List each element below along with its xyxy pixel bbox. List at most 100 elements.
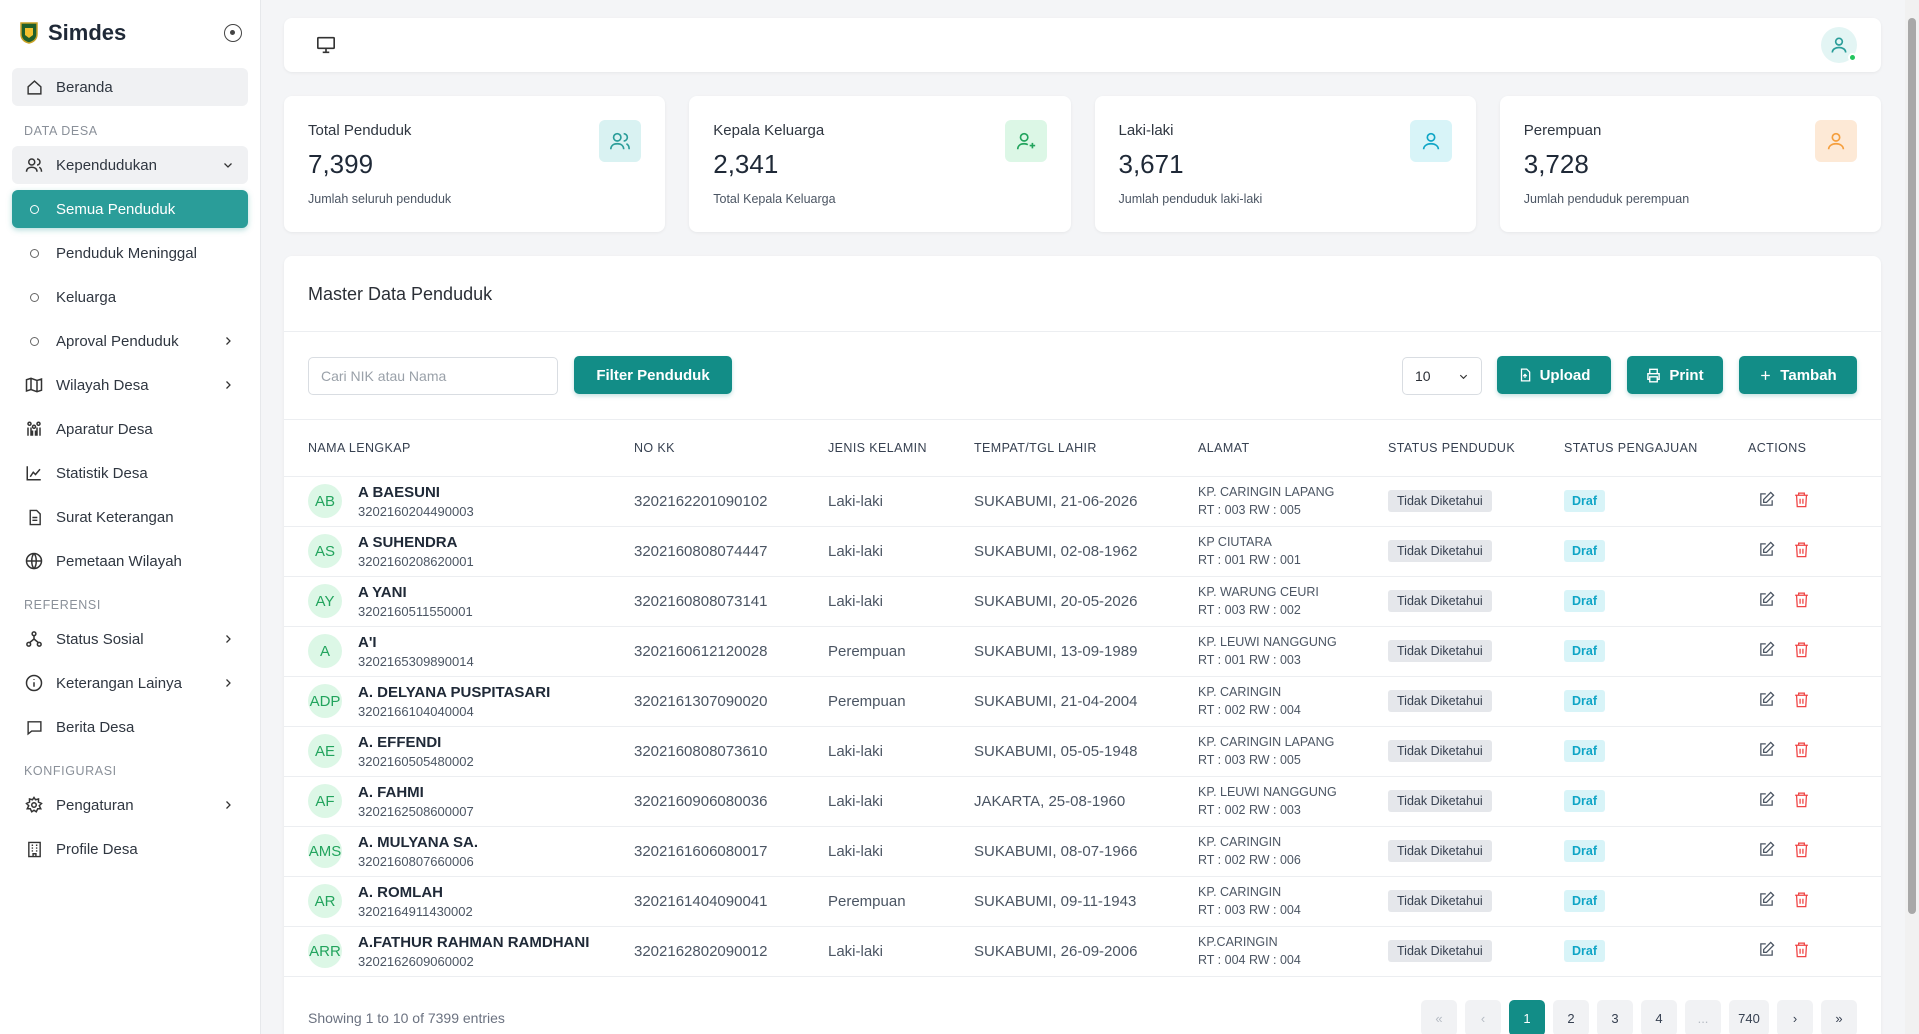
edit-icon[interactable] [1758,741,1775,762]
edit-icon[interactable] [1758,641,1775,662]
full-name[interactable]: A. FAHMI [358,784,474,801]
chart-icon [24,463,44,483]
search-input[interactable] [308,357,558,395]
full-name[interactable]: A. ROMLAH [358,884,473,901]
avatar[interactable] [1821,27,1857,63]
address-rt-rw: RT : 003 RW : 005 [1198,503,1301,517]
page-button[interactable]: ‹ [1465,1000,1501,1034]
page-button[interactable]: 740 [1729,1000,1769,1034]
name-cell: AMS A. MULYANA SA. 3202160807660006 [308,834,634,869]
full-name[interactable]: A.FATHUR RAHMAN RAMDHANI [358,934,589,951]
nik: 3202160204490003 [358,503,474,519]
sidebar-item-status-sosial[interactable]: Status Sosial [12,620,248,658]
upload-button[interactable]: Upload [1497,356,1611,394]
column-header[interactable]: TEMPAT/TGL LAHIR [974,420,1198,477]
penduduk-table: NAMA LENGKAP NO KK JENIS KELAMIN TEMPAT/… [284,420,1881,977]
trash-icon[interactable] [1793,691,1810,712]
edit-icon[interactable] [1758,841,1775,862]
column-header[interactable]: STATUS PENGAJUAN [1564,420,1748,477]
full-name[interactable]: A. MULYANA SA. [358,834,478,851]
no-kk: 3202160612120028 [634,626,828,677]
trash-icon[interactable] [1793,541,1810,562]
edit-icon[interactable] [1758,541,1775,562]
full-name[interactable]: A. DELYANA PUSPITASARI [358,684,550,701]
monitor-icon[interactable] [316,36,336,57]
stat-card-perempuan: Perempuan 3,728 Jumlah penduduk perempua… [1499,96,1881,232]
trash-icon[interactable] [1793,941,1810,962]
sidebar-item-label: Beranda [56,78,113,96]
edit-icon[interactable] [1758,691,1775,712]
page-button[interactable]: « [1421,1000,1457,1034]
sidebar-item-penduduk-meninggal[interactable]: Penduduk Meninggal [12,234,248,272]
sidebar-item-statistik-desa[interactable]: Statistik Desa [12,454,248,492]
sidebar-toggle-icon[interactable] [224,24,242,42]
page-button[interactable]: 4 [1641,1000,1677,1034]
sidebar-item-wilayah-desa[interactable]: Wilayah Desa [12,366,248,404]
avatar-initials: AE [308,734,342,768]
edit-icon[interactable] [1758,941,1775,962]
no-kk: 3202160808073610 [634,726,828,777]
full-name[interactable]: A YANI [358,584,473,601]
avatar-initials: AS [308,534,342,568]
sidebar-item-kependudukan[interactable]: Kependudukan [12,146,248,184]
nik: 3202160511550001 [358,603,473,619]
sidebar-item-beranda[interactable]: Beranda [12,68,248,106]
nik: 3202160208620001 [358,553,474,569]
chevron-down-icon [220,157,236,173]
page-button[interactable]: » [1821,1000,1857,1034]
full-name[interactable]: A. EFFENDI [358,734,474,751]
sidebar-item-berita-desa[interactable]: Berita Desa [12,708,248,746]
sidebar-item-aparatur-desa[interactable]: Aparatur Desa [12,410,248,448]
building-icon [24,839,44,859]
full-name[interactable]: A SUHENDRA [358,534,474,551]
page-button[interactable]: 2 [1553,1000,1589,1034]
sidebar-item-aproval-penduduk[interactable]: Aproval Penduduk [12,322,248,360]
page-scrollbar[interactable] [1905,0,1919,1034]
chevron-down-icon [1459,374,1468,379]
full-name[interactable]: A BAESUNI [358,484,474,501]
sidebar-item-semua-penduduk[interactable]: Semua Penduduk [12,190,248,228]
sidebar-item-pemetaan-wilayah[interactable]: Pemetaan Wilayah [12,542,248,580]
column-header[interactable]: NAMA LENGKAP [284,420,634,477]
column-header[interactable]: STATUS PENDUDUK [1388,420,1564,477]
sidebar-item-keluarga[interactable]: Keluarga [12,278,248,316]
page-button[interactable]: 1 [1509,1000,1545,1034]
stat-subtitle: Jumlah penduduk laki-laki [1118,192,1263,206]
trash-icon[interactable] [1793,591,1810,612]
filter-button[interactable]: Filter Penduduk [574,356,732,394]
page-button[interactable]: › [1777,1000,1813,1034]
table-row: AR A. ROMLAH 3202164911430002 3202161404090… [284,876,1881,927]
column-header[interactable]: JENIS KELAMIN [828,420,974,477]
column-header[interactable]: NO KK [634,420,828,477]
trash-icon[interactable] [1793,891,1810,912]
print-button[interactable]: Print [1627,356,1723,394]
sidebar-item-profile-desa[interactable]: Profile Desa [12,830,248,868]
trash-icon[interactable] [1793,491,1810,512]
page-button[interactable]: ... [1685,1000,1721,1034]
sidebar-item-keterangan-lainya[interactable]: Keterangan Lainya [12,664,248,702]
full-name[interactable]: A'I [358,634,474,651]
edit-icon[interactable] [1758,591,1775,612]
page-size-select[interactable]: 10 [1402,357,1482,395]
sidebar-item-pengaturan[interactable]: Pengaturan [12,786,248,824]
app-name: Simdes [48,20,127,45]
trash-icon[interactable] [1793,641,1810,662]
sidebar: Simdes Beranda DATA DESA Kependudukan Se… [0,0,261,1034]
page-button[interactable]: 3 [1597,1000,1633,1034]
user-icon [1815,120,1857,162]
add-button[interactable]: Tambah [1739,356,1857,394]
chevron-right-icon [220,631,236,647]
edit-icon[interactable] [1758,791,1775,812]
topbar [284,18,1881,72]
sidebar-item-surat-keterangan[interactable]: Surat Keterangan [12,498,248,536]
trash-icon[interactable] [1793,791,1810,812]
sidebar-item-label: Status Sosial [56,630,144,648]
sidebar-item-label: Pengaturan [56,796,134,814]
scrollbar-thumb[interactable] [1908,18,1916,914]
trash-icon[interactable] [1793,841,1810,862]
trash-icon[interactable] [1793,741,1810,762]
column-header[interactable]: ALAMAT [1198,420,1388,477]
status-badge: Tidak Diketahui [1388,940,1492,962]
edit-icon[interactable] [1758,491,1775,512]
edit-icon[interactable] [1758,891,1775,912]
